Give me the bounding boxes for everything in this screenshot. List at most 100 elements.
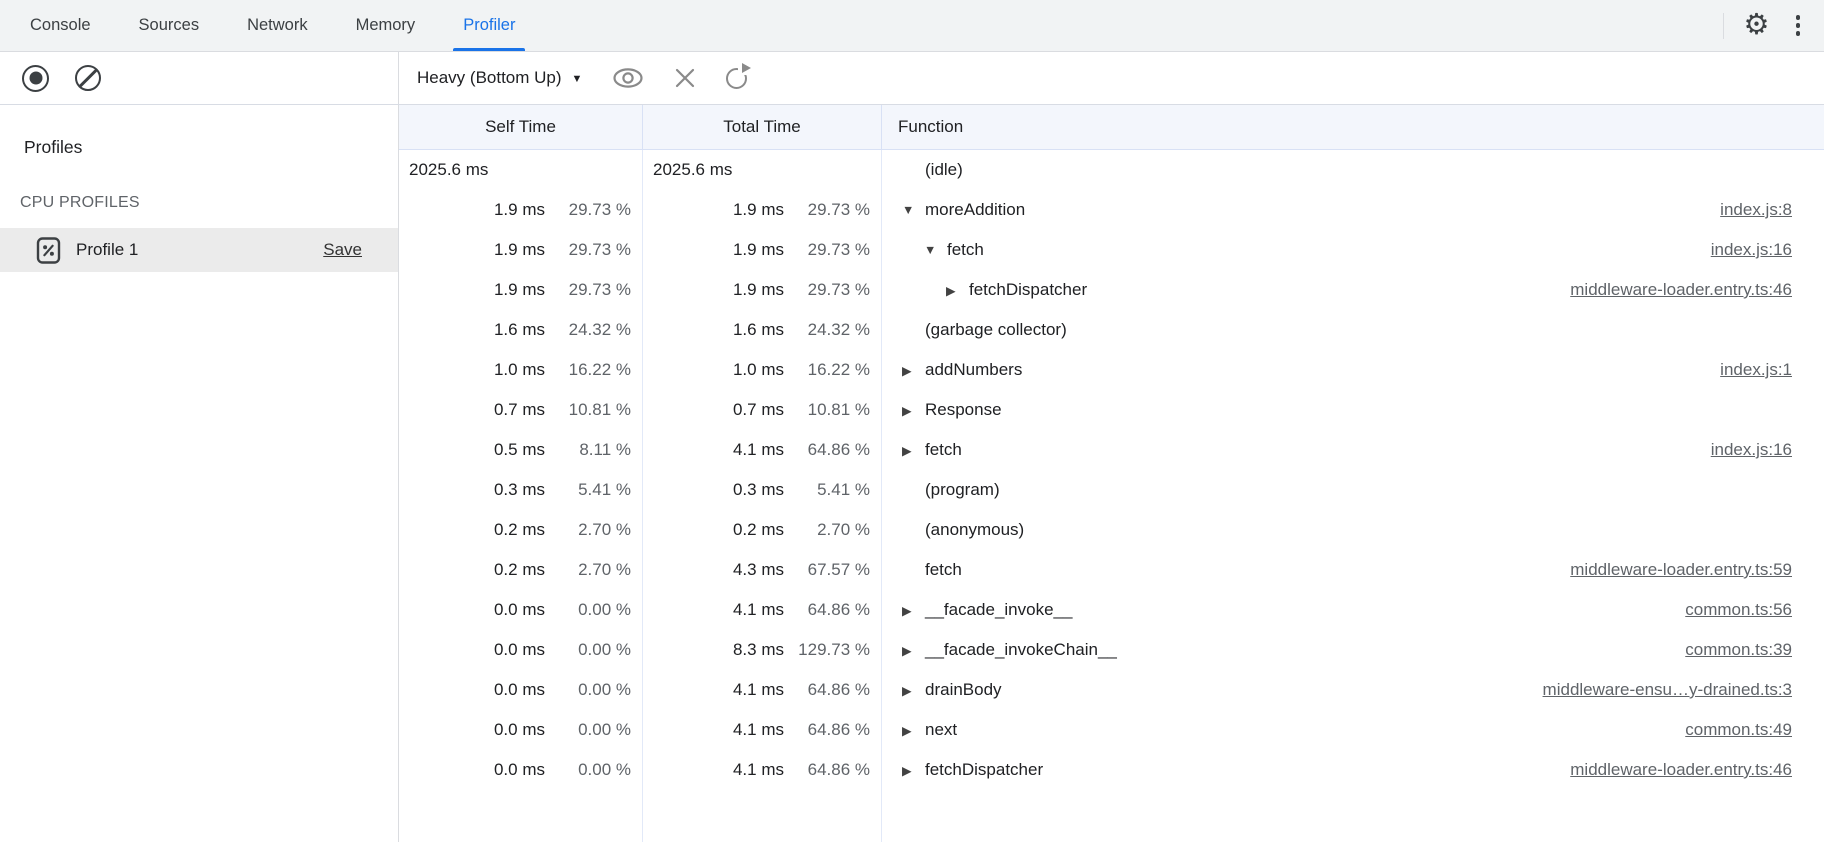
devtools-profiler-panel: ConsoleSourcesNetworkMemoryProfiler ⚙ He…: [0, 0, 1824, 842]
expand-arrow-icon[interactable]: ▶: [902, 683, 925, 698]
table-row[interactable]: 0.0 ms0.00 %4.1 ms64.86 %▶drainBodymiddl…: [399, 670, 1824, 710]
table-row[interactable]: 1.9 ms29.73 %1.9 ms29.73 %▼moreAdditioni…: [399, 190, 1824, 230]
profile-document-icon: [36, 236, 61, 265]
source-location-link[interactable]: common.ts:39: [1685, 640, 1792, 660]
column-header-total-time[interactable]: Total Time: [643, 105, 882, 149]
close-icon[interactable]: [674, 67, 696, 89]
total-time-percent: 64.86 %: [784, 720, 882, 740]
self-time-percent: 0.00 %: [545, 600, 643, 620]
table-row[interactable]: 1.0 ms16.22 %1.0 ms16.22 %▶addNumbersind…: [399, 350, 1824, 390]
table-row[interactable]: 1.6 ms24.32 %1.6 ms24.32 %(garbage colle…: [399, 310, 1824, 350]
devtools-tab-bar: ConsoleSourcesNetworkMemoryProfiler ⚙: [0, 0, 1824, 52]
refresh-icon[interactable]: [726, 68, 747, 89]
sidebar-item-profile-1[interactable]: Profile 1 Save: [0, 228, 398, 272]
source-location-link[interactable]: middleware-loader.entry.ts:46: [1570, 760, 1792, 780]
total-time-cell: 4.1 ms64.86 %: [643, 590, 882, 630]
grid-body: 2025.6 ms2025.6 ms(idle)1.9 ms29.73 %1.9…: [399, 150, 1824, 842]
source-location-link[interactable]: index.js:8: [1720, 200, 1792, 220]
eye-icon[interactable]: [612, 67, 644, 89]
column-header-function[interactable]: Function: [882, 105, 1824, 149]
expand-arrow-icon[interactable]: ▶: [902, 603, 925, 618]
function-cell: (program): [882, 470, 1824, 510]
expand-arrow-icon[interactable]: ▶: [902, 403, 925, 418]
tab-memory[interactable]: Memory: [338, 0, 434, 51]
tab-console[interactable]: Console: [12, 0, 109, 51]
expand-arrow-icon[interactable]: ▶: [902, 363, 925, 378]
tab-sources[interactable]: Sources: [121, 0, 218, 51]
function-cell: ▶addNumbersindex.js:1: [882, 350, 1824, 390]
total-time-percent: 10.81 %: [784, 400, 882, 420]
source-location-link[interactable]: middleware-ensu…y-drained.ts:3: [1543, 680, 1792, 700]
total-time-cell: 4.1 ms64.86 %: [643, 670, 882, 710]
profile-name: Profile 1: [76, 240, 138, 260]
self-time-percent: 0.00 %: [545, 720, 643, 740]
expand-arrow-icon[interactable]: ▶: [902, 643, 925, 658]
expand-arrow-icon[interactable]: ▶: [946, 283, 969, 298]
view-mode-dropdown[interactable]: Heavy (Bottom Up) ▼: [417, 68, 582, 88]
self-time-cell: 1.0 ms16.22 %: [399, 350, 643, 390]
source-location-link[interactable]: index.js:16: [1711, 440, 1792, 460]
total-time-ms: 4.1 ms: [733, 680, 784, 700]
table-row[interactable]: 2025.6 ms2025.6 ms(idle): [399, 150, 1824, 190]
function-name: next: [925, 720, 957, 740]
total-time-ms: 4.1 ms: [733, 760, 784, 780]
profiler-view-controls: Heavy (Bottom Up) ▼: [399, 52, 1824, 104]
table-row[interactable]: 0.0 ms0.00 %8.3 ms129.73 %▶__facade_invo…: [399, 630, 1824, 670]
function-name: fetchDispatcher: [925, 760, 1043, 780]
total-time-cell: 0.2 ms2.70 %: [643, 510, 882, 550]
expand-arrow-icon[interactable]: ▶: [902, 763, 925, 778]
table-row[interactable]: 0.0 ms0.00 %4.1 ms64.86 %▶__facade_invok…: [399, 590, 1824, 630]
sidebar-heading: Profiles: [24, 137, 398, 158]
self-time-percent: 29.73 %: [545, 240, 643, 260]
self-time-cell: 0.0 ms0.00 %: [399, 630, 643, 670]
table-row[interactable]: 0.7 ms10.81 %0.7 ms10.81 %▶Response: [399, 390, 1824, 430]
total-time-cell: 1.9 ms29.73 %: [643, 270, 882, 310]
source-location-link[interactable]: common.ts:56: [1685, 600, 1792, 620]
clear-icon[interactable]: [75, 65, 101, 91]
function-cell: ▶__facade_invokeChain__common.ts:39: [882, 630, 1824, 670]
cpu-profiles-section-title: CPU PROFILES: [20, 194, 398, 212]
table-row[interactable]: 0.2 ms2.70 %4.3 ms67.57 %fetchmiddleware…: [399, 550, 1824, 590]
table-row[interactable]: 0.2 ms2.70 %0.2 ms2.70 %(anonymous): [399, 510, 1824, 550]
function-cell: ▶drainBodymiddleware-ensu…y-drained.ts:3: [882, 670, 1824, 710]
table-row[interactable]: 0.0 ms0.00 %4.1 ms64.86 %▶fetchDispatche…: [399, 750, 1824, 790]
source-location-link[interactable]: index.js:1: [1720, 360, 1792, 380]
table-row[interactable]: 0.5 ms8.11 %4.1 ms64.86 %▶fetchindex.js:…: [399, 430, 1824, 470]
gear-icon[interactable]: ⚙: [1744, 11, 1770, 40]
self-time-ms: 0.2 ms: [494, 560, 545, 580]
self-time-cell: 0.2 ms2.70 %: [399, 550, 643, 590]
self-time-cell: 1.9 ms29.73 %: [399, 190, 643, 230]
self-time-percent: 24.32 %: [545, 320, 643, 340]
collapse-arrow-icon[interactable]: ▼: [924, 243, 947, 257]
self-time-percent: 29.73 %: [545, 200, 643, 220]
total-time-cell: 1.9 ms29.73 %: [643, 190, 882, 230]
total-time-percent: 29.73 %: [784, 200, 882, 220]
source-location-link[interactable]: common.ts:49: [1685, 720, 1792, 740]
column-header-self-time[interactable]: Self Time: [399, 105, 643, 149]
table-row[interactable]: 0.3 ms5.41 %0.3 ms5.41 %(program): [399, 470, 1824, 510]
kebab-menu-icon[interactable]: [1790, 11, 1807, 40]
record-icon[interactable]: [22, 65, 49, 92]
self-time-ms: 1.0 ms: [494, 360, 545, 380]
self-time-percent: 2.70 %: [545, 560, 643, 580]
total-time-cell: 1.0 ms16.22 %: [643, 350, 882, 390]
source-location-link[interactable]: index.js:16: [1711, 240, 1792, 260]
total-time-percent: 5.41 %: [784, 480, 882, 500]
total-time-percent: 24.32 %: [784, 320, 882, 340]
table-row[interactable]: 1.9 ms29.73 %1.9 ms29.73 %▶fetchDispatch…: [399, 270, 1824, 310]
save-link[interactable]: Save: [323, 240, 362, 260]
function-name: (idle): [925, 160, 963, 180]
self-time-ms: 1.9 ms: [494, 240, 545, 260]
table-row[interactable]: 0.0 ms0.00 %4.1 ms64.86 %▶nextcommon.ts:…: [399, 710, 1824, 750]
chevron-down-icon: ▼: [572, 71, 583, 85]
tab-profiler[interactable]: Profiler: [445, 0, 533, 51]
table-row[interactable]: 1.9 ms29.73 %1.9 ms29.73 %▼fetchindex.js…: [399, 230, 1824, 270]
source-location-link[interactable]: middleware-loader.entry.ts:59: [1570, 560, 1792, 580]
total-time-ms: 2025.6 ms: [653, 160, 732, 180]
expand-arrow-icon[interactable]: ▶: [902, 443, 925, 458]
tab-network[interactable]: Network: [229, 0, 326, 51]
collapse-arrow-icon[interactable]: ▼: [902, 203, 925, 217]
expand-arrow-icon[interactable]: ▶: [902, 723, 925, 738]
source-location-link[interactable]: middleware-loader.entry.ts:46: [1570, 280, 1792, 300]
total-time-cell: 2025.6 ms: [643, 150, 882, 190]
